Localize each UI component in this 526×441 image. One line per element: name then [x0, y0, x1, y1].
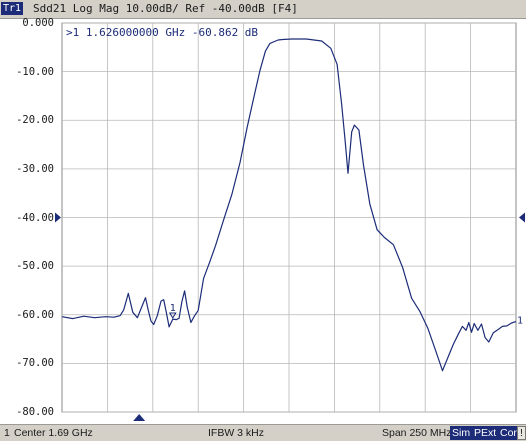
port-extension-badge: PExt — [472, 426, 499, 440]
ref-level-arrow-left — [55, 212, 61, 223]
span-setting[interactable]: Span 250 MHz — [382, 425, 451, 441]
plot-area[interactable]: 11 — [0, 0, 526, 440]
marker-readout: >1 1.626000000 GHz -60.862 dB — [66, 26, 259, 39]
ref-level-arrow-right — [519, 212, 525, 223]
status-bar: 1 Center 1.69 GHz IFBW 3 kHz Span 250 MH… — [0, 424, 526, 441]
vna-screen: Tr1 Sdd21 Log Mag 10.00dB/ Ref -40.00dB … — [0, 0, 526, 441]
correction-badge: Cor — [498, 426, 519, 440]
marker-position-arrow — [133, 414, 146, 421]
marker-label: 1 — [170, 303, 176, 314]
sim-badge: Sim — [450, 426, 473, 440]
channel-number: 1 — [4, 427, 10, 439]
trace-end-label: 1 — [517, 316, 523, 327]
warning-badge: ! — [517, 426, 526, 440]
center-frequency[interactable]: Center 1.69 GHz — [14, 425, 93, 441]
ifbw-setting[interactable]: IFBW 3 kHz — [208, 425, 264, 441]
